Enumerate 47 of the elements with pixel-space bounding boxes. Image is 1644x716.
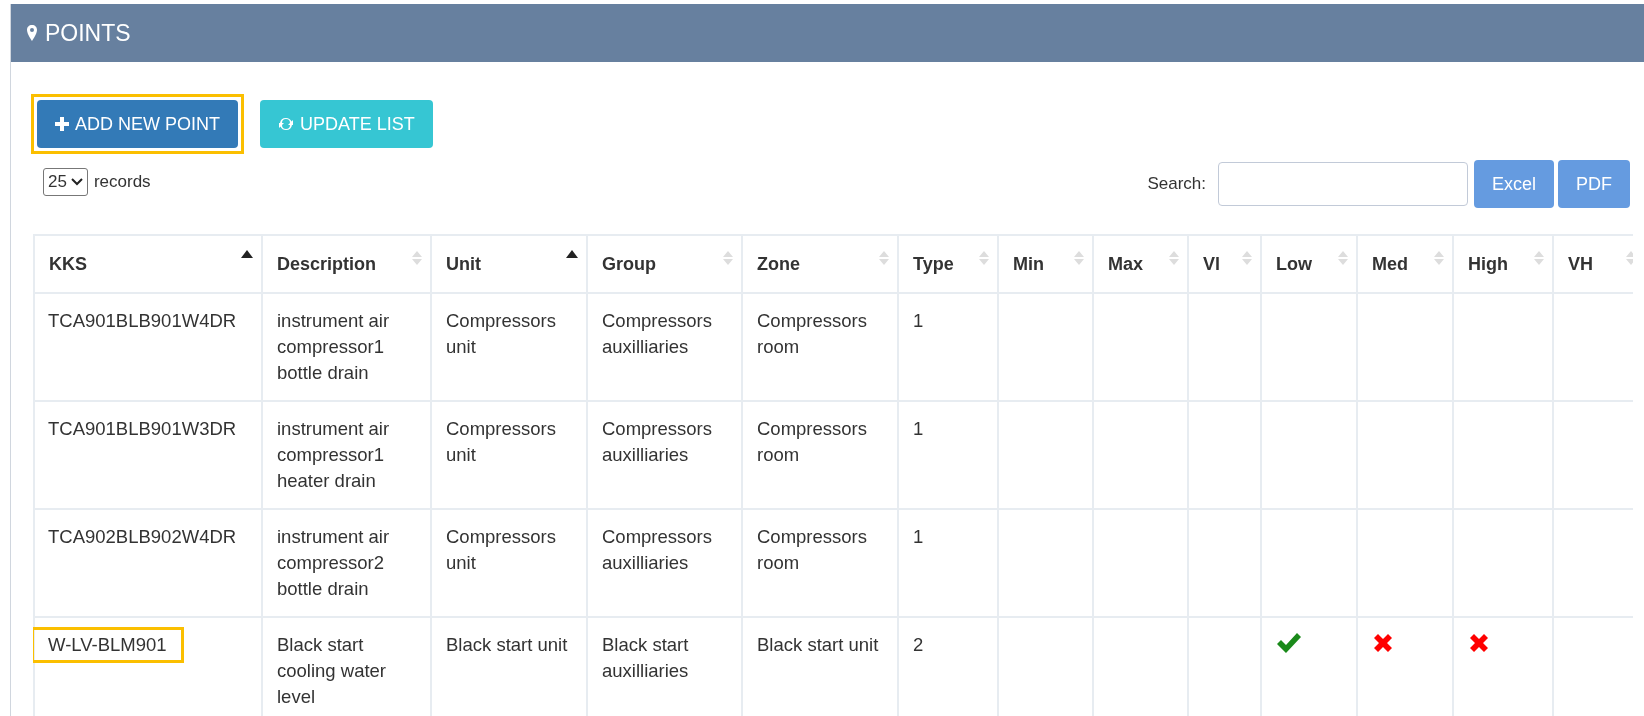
table-cell: Compressors unit [446,526,556,573]
table-cell: Compressors room [757,526,867,573]
search-field[interactable] [1218,162,1468,206]
table-cell: Black start cooling water level [277,634,386,707]
table-cell-text: TCA902BLB902W4DR [47,525,238,549]
column-header[interactable]: Low [1261,235,1357,293]
table-cell: Compressors auxilliaries [602,526,712,573]
records-label: records [93,172,151,192]
plus-icon [55,117,69,131]
column-header[interactable]: KKS [34,235,262,293]
column-header[interactable]: Description [262,235,431,293]
column-header[interactable]: Zone [742,235,898,293]
column-header[interactable]: Max [1093,235,1188,293]
column-header[interactable]: High [1453,235,1553,293]
table-cell: Compressors room [757,418,867,465]
page-size-select[interactable]: 25 [43,168,88,196]
table-cell: Compressors unit [446,310,556,357]
add-button[interactable]: ADD NEW POINT [37,100,238,148]
table-cell: Compressors unit [446,418,556,465]
table-cell: Black start auxilliaries [602,634,689,681]
column-header[interactable]: Min [998,235,1093,293]
table-cell-text: TCA901BLB901W3DR [47,417,238,441]
table-cell: W-LV-BLM901 [33,627,184,663]
column-header[interactable]: Group [587,235,742,293]
table-cell: instrument air compressor1 bottle drain [277,310,390,383]
column-header[interactable]: VH [1553,235,1633,293]
column-header[interactable]: Med [1357,235,1453,293]
table-cell: instrument air compressor2 bottle drain [277,526,390,599]
table-cell: 1 [913,526,924,547]
table-cell: instrument air compressor1 heater drain [277,418,390,491]
column-header[interactable]: Vl [1188,235,1261,293]
table-cell: 1 [913,310,924,331]
column-header[interactable]: Type [898,235,998,293]
refresh-icon [278,116,294,132]
table-cell: Black start unit [757,634,879,655]
panel-title: POINTS [45,19,131,47]
table-cell: 2 [913,634,924,655]
table-cell-text: TCA901BLB901W4DR [47,309,238,333]
search-label: Search: [1147,174,1206,194]
chevron-down-icon [70,178,83,186]
table-cell: Compressors auxilliaries [602,418,712,465]
map-pin-icon [27,25,37,41]
table-cell: Compressors auxilliaries [602,310,712,357]
table-cell: 1 [913,418,924,439]
table-cell: Black start unit [446,634,568,655]
column-header[interactable]: Unit [431,235,587,293]
table-cell: Compressors room [757,310,867,357]
